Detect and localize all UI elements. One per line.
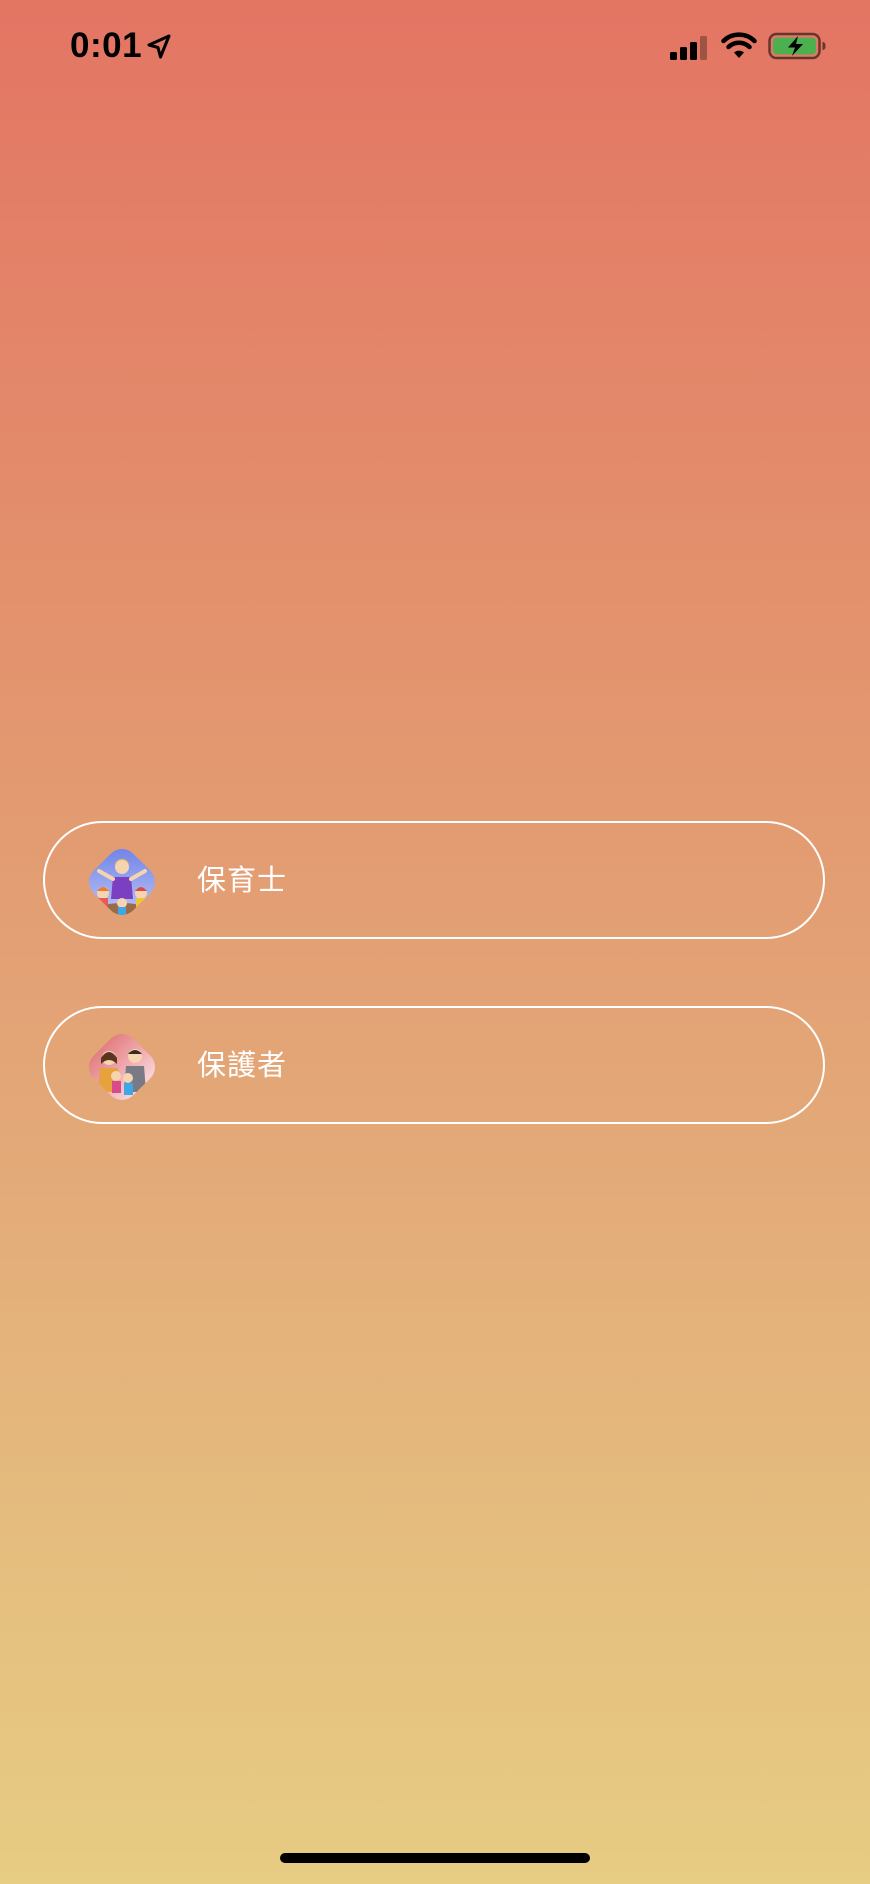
home-indicator[interactable] <box>280 1853 590 1863</box>
role-button-guardian[interactable]: 保護者 <box>43 1006 825 1124</box>
status-time: 0:01 <box>70 26 143 65</box>
role-button-childcare-worker[interactable]: 保育士 <box>43 821 825 939</box>
family-icon <box>83 1028 161 1106</box>
battery-charging-icon <box>768 32 826 60</box>
role-label-guardian: 保護者 <box>197 1048 288 1082</box>
role-select-screen: 0:01 保育士 保護者 <box>0 0 870 1884</box>
cellular-signal-icon <box>670 36 707 60</box>
wifi-icon <box>721 32 757 58</box>
teacher-with-children-icon <box>83 843 161 921</box>
role-label-childcare-worker: 保育士 <box>197 863 288 897</box>
location-arrow-icon <box>147 34 171 59</box>
status-bar: 0:01 <box>0 0 870 96</box>
